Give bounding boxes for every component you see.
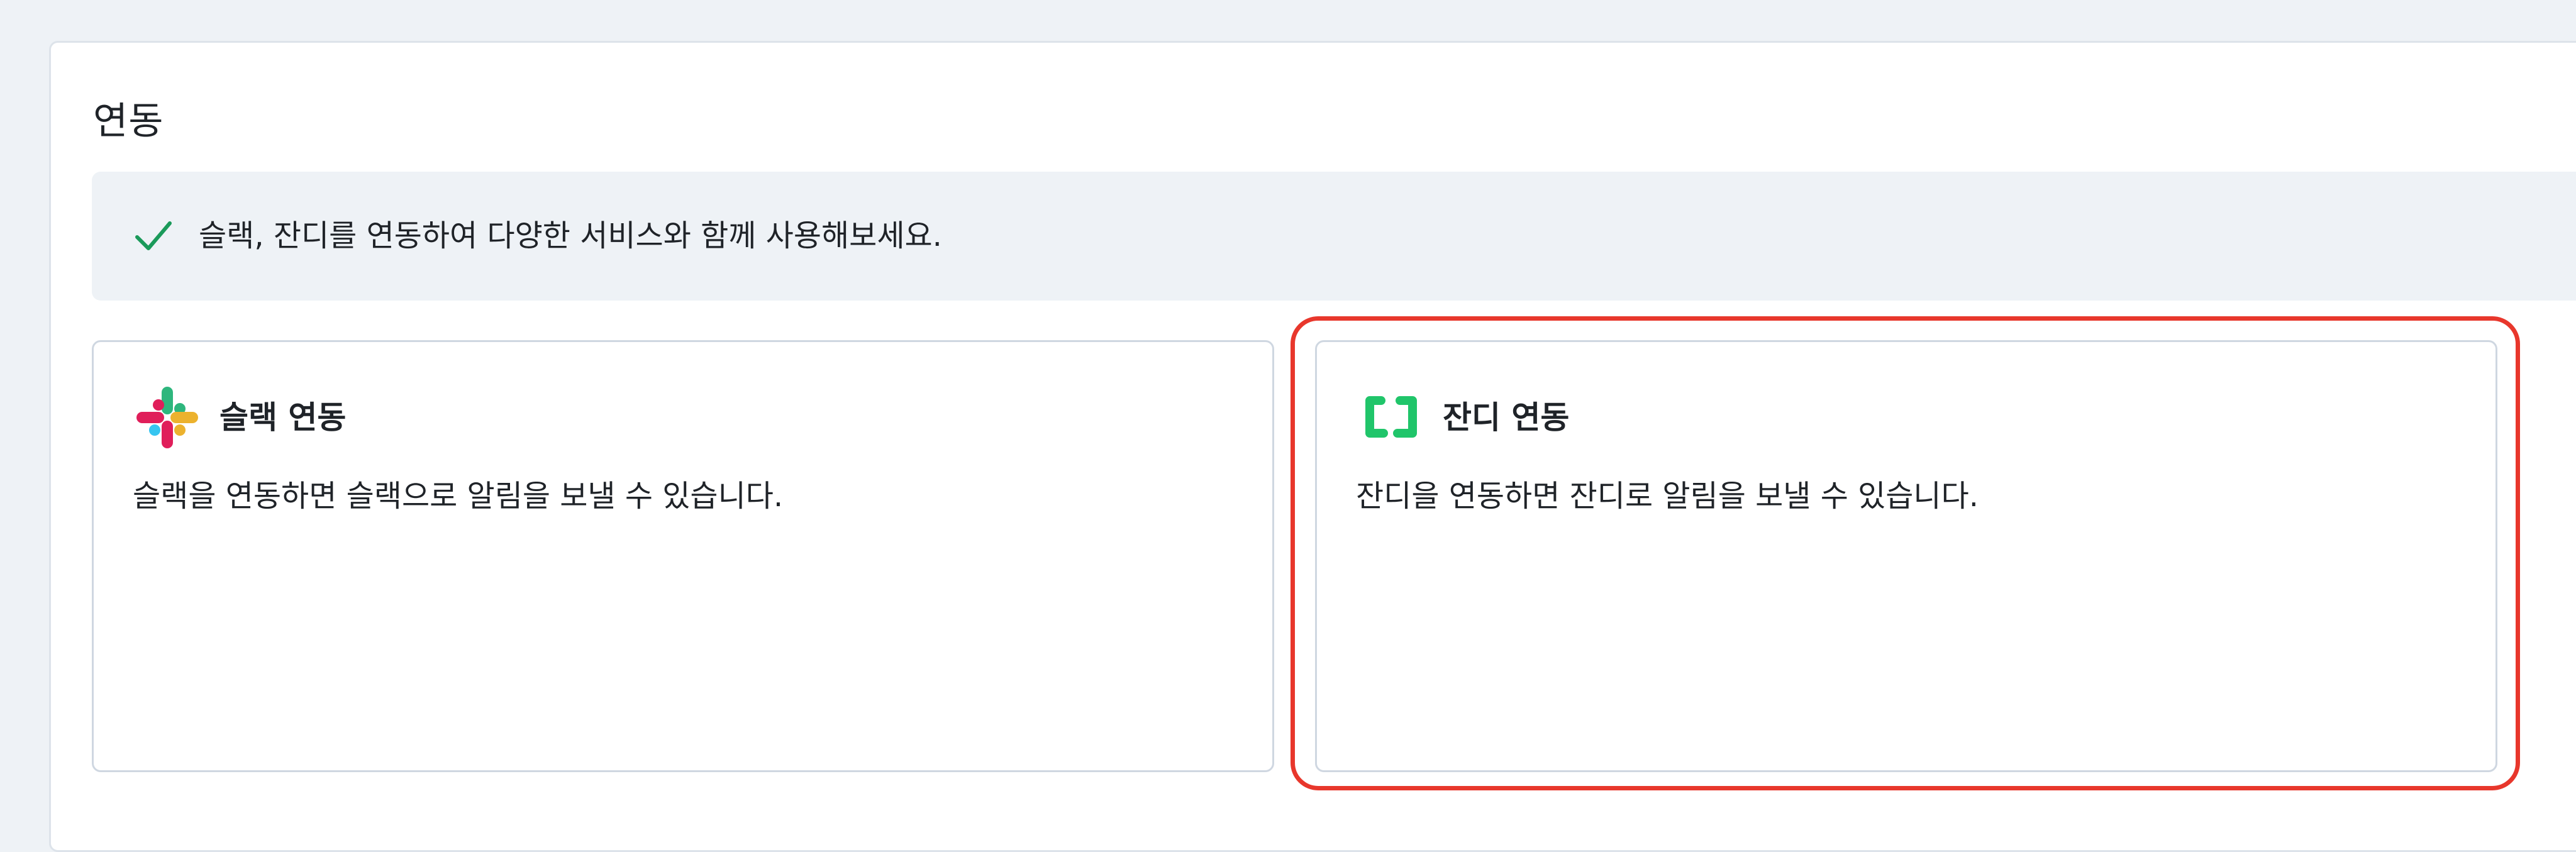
jandi-integration-card[interactable]: 잔디 연동 잔디을 연동하면 잔디로 알림을 보낼 수 있습니다. xyxy=(1315,340,2497,772)
slack-logo-icon xyxy=(133,383,202,452)
integration-panel: 연동 슬랙, 잔디를 연동하여 다양한 서비스와 함께 사용해보세요. 슬랙 연… xyxy=(49,41,2576,852)
card-description: 슬랙을 연동하면 슬랙으로 알림을 보낼 수 있습니다. xyxy=(133,479,784,514)
notice-text: 슬랙, 잔디를 연동하여 다양한 서비스와 함께 사용해보세요. xyxy=(199,218,942,253)
info-notice: 슬랙, 잔디를 연동하여 다양한 서비스와 함께 사용해보세요. xyxy=(92,172,2576,301)
card-title: 잔디 연동 xyxy=(1443,399,1570,436)
jandi-logo-icon xyxy=(1356,383,1425,452)
slack-integration-card[interactable]: 슬랙 연동 슬랙을 연동하면 슬랙으로 알림을 보낼 수 있습니다. xyxy=(92,340,1274,772)
check-icon xyxy=(133,216,174,256)
card-description: 잔디을 연동하면 잔디로 알림을 보낼 수 있습니다. xyxy=(1356,479,1979,514)
section-title: 연동 xyxy=(93,99,164,143)
card-title: 슬랙 연동 xyxy=(219,399,347,436)
